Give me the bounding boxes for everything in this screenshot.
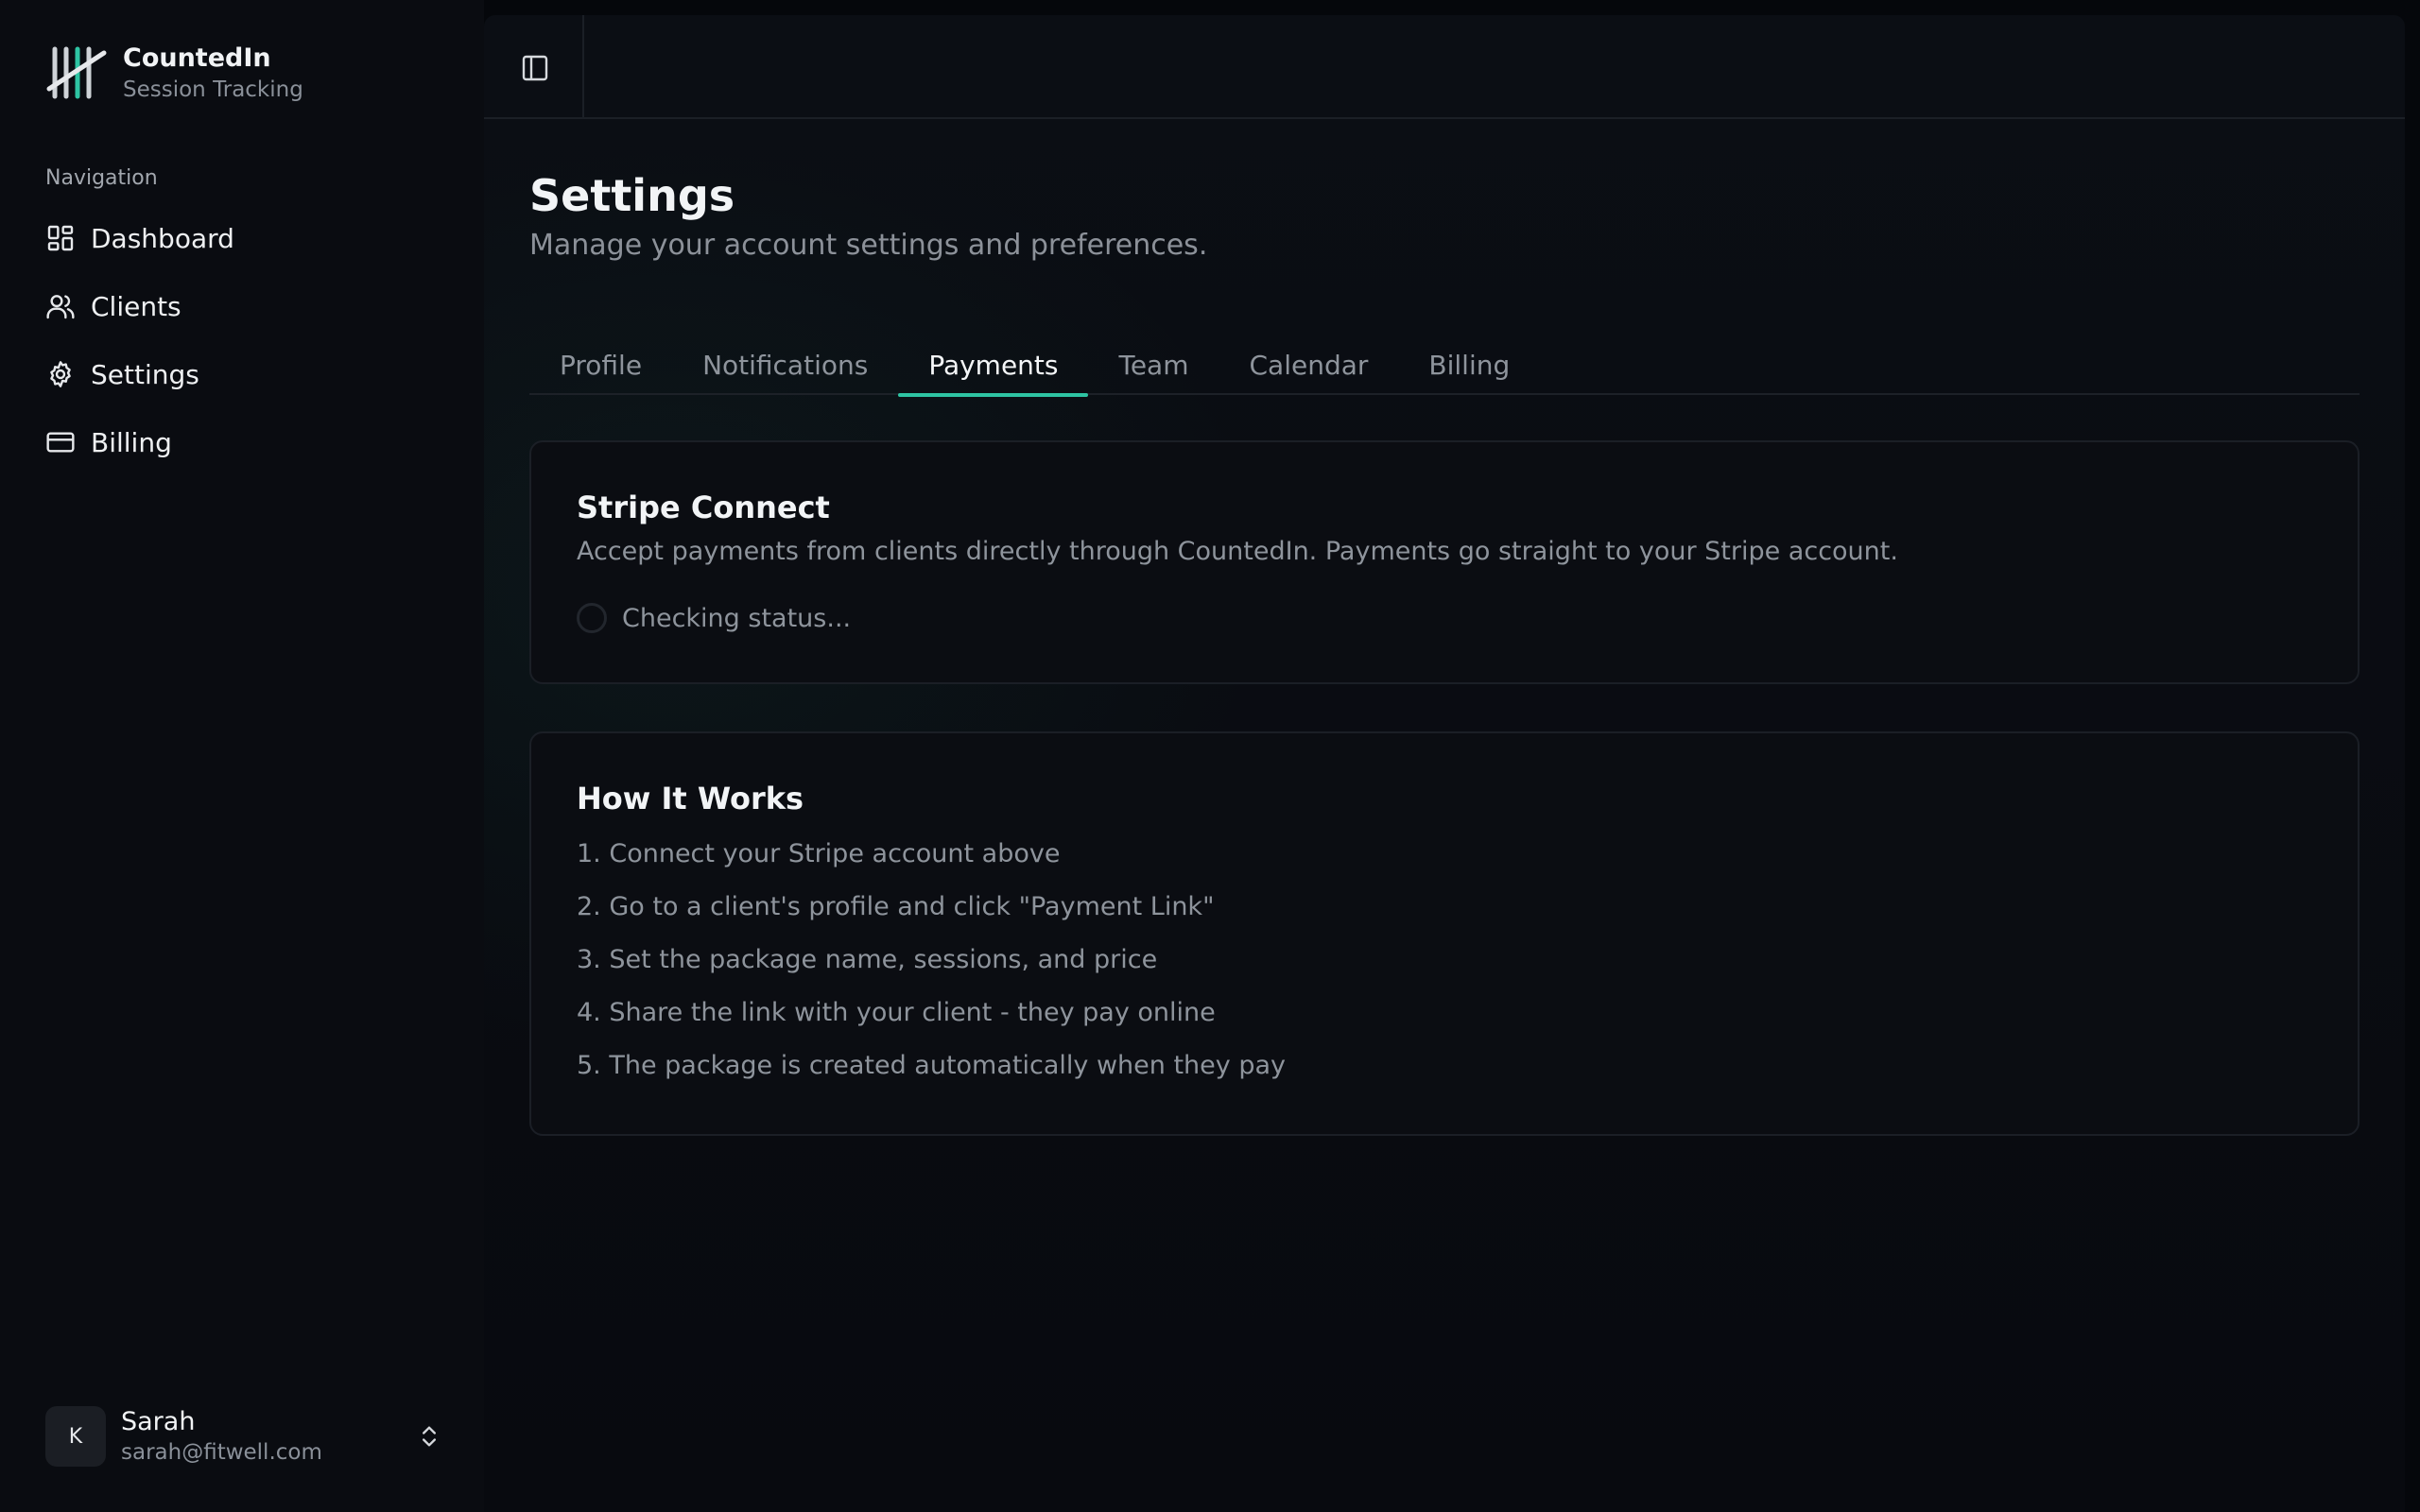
stripe-status-text: Checking status... xyxy=(622,603,852,633)
sidebar-item-label: Dashboard xyxy=(91,222,234,254)
stripe-connect-card: Stripe Connect Accept payments from clie… xyxy=(529,440,2360,684)
sidebar-item-label: Clients xyxy=(91,290,182,322)
brand[interactable]: CountedIn Session Tracking xyxy=(45,42,303,104)
topbar-divider xyxy=(582,15,584,119)
sidebar-item-clients[interactable]: Clients xyxy=(34,276,450,336)
how-it-works-step: 1. Connect your Stripe account above xyxy=(577,839,1061,868)
sidebar-toggle-icon xyxy=(522,55,548,81)
sidebar-item-label: Settings xyxy=(91,358,199,390)
avatar: K xyxy=(45,1406,106,1467)
sidebar-item-label: Billing xyxy=(91,426,172,458)
brand-subtitle: Session Tracking xyxy=(123,77,303,102)
how-it-works-step: 2. Go to a client's profile and click "P… xyxy=(577,892,1215,921)
gear-icon xyxy=(50,361,71,387)
credit-card-icon xyxy=(46,432,75,453)
tally-logo-icon xyxy=(46,46,107,99)
page-subtitle: Manage your account settings and prefere… xyxy=(529,229,1208,262)
sidebar-toggle-button[interactable] xyxy=(518,51,552,85)
user-email: sarah@fitwell.com xyxy=(121,1440,322,1465)
how-it-works-step: 4. Share the link with your client - the… xyxy=(577,998,1216,1027)
nav-heading: Navigation xyxy=(45,166,158,190)
tab-calendar[interactable]: Calendar xyxy=(1219,335,1399,395)
how-it-works-step: 5. The package is created automatically … xyxy=(577,1051,1286,1080)
users-icon xyxy=(46,295,75,319)
sidebar: CountedIn Session Tracking Navigation Da… xyxy=(0,0,484,1512)
dashboard-icon xyxy=(47,225,74,251)
stripe-connect-description: Accept payments from clients directly th… xyxy=(577,537,1898,566)
user-name: Sarah xyxy=(121,1407,196,1436)
loading-spinner-icon xyxy=(577,603,607,633)
tab-profile[interactable]: Profile xyxy=(529,335,672,395)
stripe-status: Checking status... xyxy=(577,603,851,633)
chevron-up-down-icon[interactable] xyxy=(416,1423,442,1450)
page-title: Settings xyxy=(529,170,735,221)
tab-notifications[interactable]: Notifications xyxy=(672,335,898,395)
tab-billing[interactable]: Billing xyxy=(1398,335,1540,395)
how-it-works-step: 3. Set the package name, sessions, and p… xyxy=(577,945,1158,974)
topbar xyxy=(484,15,2405,119)
how-it-works-title: How It Works xyxy=(577,781,804,816)
main-content: Settings Manage your account settings an… xyxy=(484,15,2405,1512)
sidebar-item-billing[interactable]: Billing xyxy=(34,412,450,472)
tab-payments[interactable]: Payments xyxy=(898,335,1089,397)
sidebar-item-dashboard[interactable]: Dashboard xyxy=(34,208,450,268)
sidebar-nav: Dashboard Clients Settings Billing xyxy=(34,208,450,480)
settings-tabs: Profile Notifications Payments Team Cale… xyxy=(529,335,2360,397)
brand-name: CountedIn xyxy=(123,43,271,73)
how-it-works-card: How It Works 1. Connect your Stripe acco… xyxy=(529,731,2360,1136)
tab-team[interactable]: Team xyxy=(1088,335,1219,395)
user-menu[interactable]: K Sarah sarah@fitwell.com xyxy=(45,1406,442,1467)
stripe-connect-title: Stripe Connect xyxy=(577,490,830,525)
sidebar-item-settings[interactable]: Settings xyxy=(34,344,450,404)
